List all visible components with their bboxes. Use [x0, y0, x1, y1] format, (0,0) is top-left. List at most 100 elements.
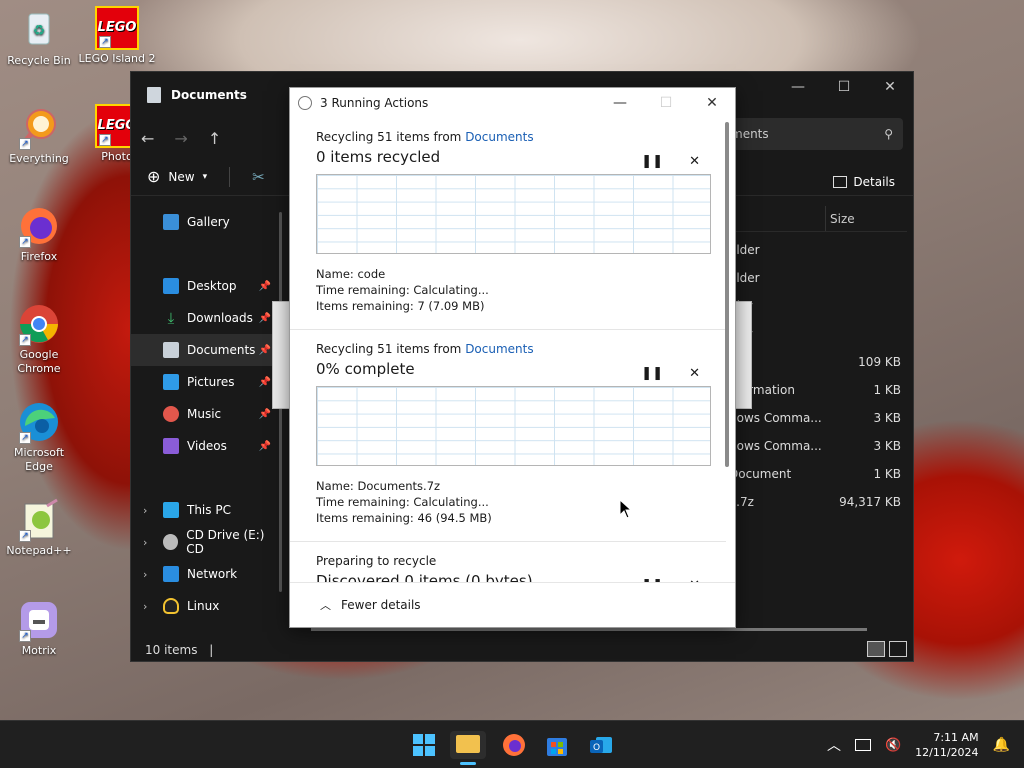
fewer-details-button[interactable]: Fewer details — [341, 598, 421, 612]
file-type: older — [729, 243, 760, 257]
pin-icon: 📌 — [258, 280, 271, 292]
sidebar-item-gallery[interactable]: Gallery — [131, 206, 281, 238]
dialog-window-controls: — ☐ ✕ — [597, 88, 735, 118]
column-header-type[interactable]: e — [729, 206, 825, 231]
close-button[interactable]: ✕ — [867, 72, 913, 102]
running-actions-dialog[interactable]: 3 Running Actions — ☐ ✕ Recycling 51 ite… — [289, 87, 736, 628]
horizontal-scrollbar[interactable] — [311, 628, 867, 631]
taskbar-microsoft-store[interactable] — [543, 731, 571, 759]
folder-icon — [456, 735, 480, 753]
dialog-scrollbar[interactable] — [725, 122, 729, 467]
cut-icon[interactable]: ✂ — [252, 168, 265, 186]
maximize-button[interactable]: ☐ — [821, 72, 867, 102]
explorer-tab-title[interactable]: Documents — [171, 88, 247, 102]
details-pane-button[interactable]: Details — [833, 175, 895, 189]
search-input[interactable]: ments — [731, 127, 769, 141]
close-button[interactable]: ✕ — [689, 88, 735, 118]
new-button[interactable]: New — [168, 170, 194, 184]
chevron-right-icon[interactable]: › — [143, 536, 147, 549]
desktop-icon-microsoft-edge[interactable]: ↗ Microsoft Edge — [0, 400, 78, 474]
source-folder-link[interactable]: Documents — [465, 130, 533, 144]
desktop-icon-motrix[interactable]: ↗ Motrix — [0, 598, 78, 658]
sidebar-item-linux[interactable]: › Linux — [131, 590, 281, 622]
desktop-icon-notepad-plus-plus[interactable]: ↗ Notepad++ — [0, 498, 78, 558]
new-icon: ⊕ — [147, 167, 161, 186]
clock[interactable]: 7:11 AM 12/11/2024 — [915, 730, 978, 760]
search-box[interactable]: ments ⚲ — [719, 118, 903, 150]
magnifier-icon: ↗ — [17, 106, 61, 150]
forward-arrow-icon[interactable]: → — [174, 129, 187, 148]
notepad-plus-plus-icon: ↗ — [17, 498, 61, 542]
sidebar-item-this-pc[interactable]: › This PC — [131, 494, 281, 526]
source-folder-link[interactable]: Documents — [465, 342, 533, 356]
sidebar-item-label: Videos — [187, 439, 227, 453]
gallery-icon — [163, 214, 179, 230]
recycle-bin-icon: ♻ — [17, 8, 61, 52]
sidebar-item-downloads[interactable]: ⤓ Downloads 📌 — [131, 302, 281, 334]
minimize-button[interactable]: — — [775, 72, 821, 102]
table-row[interactable]: older — [729, 236, 907, 264]
status-bar: 10 items | — [145, 643, 213, 657]
table-row[interactable]: dows Comma... 3 KB — [729, 432, 907, 460]
sidebar-item-desktop[interactable]: Desktop 📌 — [131, 270, 281, 302]
desktop-icon-everything[interactable]: ↗ Everything — [0, 106, 78, 166]
desktop-icon-lego-island-2[interactable]: LEGO ↗ LEGO Island 2 — [78, 6, 156, 66]
chevron-right-icon[interactable]: › — [143, 600, 147, 613]
documents-folder-icon — [147, 87, 161, 103]
sidebar-item-network[interactable]: › Network — [131, 558, 281, 590]
chevron-right-icon[interactable]: › — [143, 504, 147, 517]
details-view-icon[interactable] — [867, 641, 885, 657]
sidebar-item-label: Pictures — [187, 375, 235, 389]
chevron-up-icon[interactable]: ︿ — [827, 735, 841, 755]
column-header-size[interactable]: Size — [826, 206, 904, 231]
minimize-button[interactable]: — — [597, 88, 643, 118]
taskbar-firefox[interactable] — [500, 731, 528, 759]
table-row[interactable]: Document 1 KB — [729, 460, 907, 488]
up-arrow-icon[interactable]: ↑ — [208, 129, 221, 148]
table-row[interactable]: 109 KB — [729, 348, 907, 376]
details-pane-icon — [833, 176, 848, 188]
taskbar-file-explorer[interactable] — [450, 731, 486, 765]
table-row[interactable]: o.7z 94,317 KB — [729, 488, 907, 516]
desktop-icon-google-chrome[interactable]: ↗ Google Chrome — [0, 302, 78, 376]
table-row[interactable]: lder — [729, 320, 907, 348]
sidebar-item-documents[interactable]: Documents 📌 — [131, 334, 281, 366]
volume-muted-icon[interactable]: 🔇 — [885, 738, 901, 753]
item-count: 10 items — [145, 643, 198, 657]
table-row[interactable]: nformation 1 KB — [729, 376, 907, 404]
back-arrow-icon[interactable]: ← — [141, 129, 154, 148]
sidebar-item-label: Linux — [187, 599, 220, 613]
file-list: e Size older older lder lder 109 KB nfor… — [729, 206, 907, 631]
start-button[interactable] — [410, 731, 438, 759]
cancel-button[interactable]: ✕ — [689, 154, 700, 169]
table-row[interactable]: lder — [729, 292, 907, 320]
music-icon — [163, 406, 179, 422]
file-size: 3 KB — [873, 411, 901, 425]
cd-drive-icon — [163, 534, 179, 550]
sidebar-item-videos[interactable]: Videos 📌 — [131, 430, 281, 462]
desktop-icon-label: Recycle Bin — [7, 54, 71, 67]
chevron-right-icon[interactable]: › — [143, 568, 147, 581]
chevron-up-icon[interactable]: ︿ — [320, 597, 331, 613]
sidebar-item-label: Network — [187, 567, 238, 581]
taskbar-outlook[interactable]: O — [587, 731, 615, 759]
operation-controls: ❚❚ ✕ — [641, 366, 700, 381]
pictures-icon — [163, 374, 179, 390]
pause-button[interactable]: ❚❚ — [641, 154, 663, 169]
file-size: 1 KB — [873, 467, 901, 481]
table-row[interactable]: older — [729, 264, 907, 292]
desktop-icon-recycle-bin[interactable]: ♻ Recycle Bin — [0, 8, 78, 68]
tiles-view-icon[interactable] — [889, 641, 907, 657]
dialog-footer: ︿ Fewer details — [290, 582, 735, 627]
sidebar-item-cd-drive[interactable]: › CD Drive (E:) CD — [131, 526, 281, 558]
shortcut-arrow-icon: ↗ — [19, 334, 31, 346]
sidebar-item-music[interactable]: Music 📌 — [131, 398, 281, 430]
cancel-button[interactable]: ✕ — [689, 366, 700, 381]
notification-bell-icon[interactable]: 🔔 — [993, 737, 1010, 753]
pause-button[interactable]: ❚❚ — [641, 366, 663, 381]
sidebar-item-pictures[interactable]: Pictures 📌 — [131, 366, 281, 398]
network-status-icon[interactable] — [854, 739, 871, 751]
table-row[interactable]: dows Comma... 3 KB — [729, 404, 907, 432]
desktop-icon-label: Firefox — [20, 250, 58, 263]
desktop-icon-firefox[interactable]: ↗ Firefox — [0, 204, 78, 264]
